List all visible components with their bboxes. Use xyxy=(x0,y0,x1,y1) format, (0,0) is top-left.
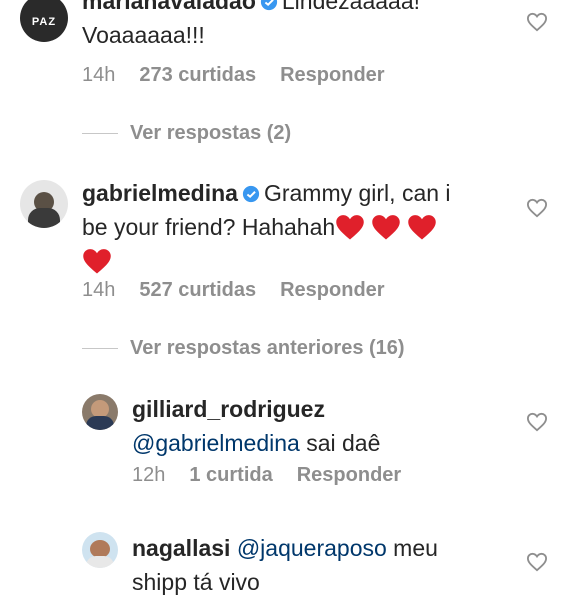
comment-likes[interactable]: 527 curtidas xyxy=(139,279,256,301)
avatar[interactable] xyxy=(82,394,118,430)
like-heart-icon[interactable] xyxy=(526,552,548,572)
reply-text: meu xyxy=(393,535,438,561)
reply-text-line2: shipp tá vivo xyxy=(132,569,260,595)
like-heart-icon[interactable] xyxy=(526,12,548,32)
comment-text-line2: be your friend? Hahahah xyxy=(82,214,336,240)
red-heart-emoji-icon xyxy=(408,215,436,240)
comment-text-line1: Lindezaaaaa! xyxy=(281,0,420,14)
reply-mention[interactable]: @jaqueraposo xyxy=(237,535,387,561)
reply-time: 12h xyxy=(132,464,166,486)
avatar[interactable]: PAZ xyxy=(20,0,68,42)
reply-body: nagallasi @jaqueraposo meu shipp tá vivo xyxy=(132,531,522,599)
comment-text-line2: Voaaaaaa!!! xyxy=(82,22,205,48)
comment-text-line1: Grammy girl, can i xyxy=(263,180,451,206)
reply-body: gilliard_rodriguez @gabrielmedina sai da… xyxy=(132,392,522,460)
comment-body: gabrielmedina Grammy girl, can i be your … xyxy=(82,176,522,278)
red-heart-emoji-icon xyxy=(83,249,111,274)
reply-button[interactable]: Responder xyxy=(280,279,384,301)
reply-mention[interactable]: @gabrielmedina xyxy=(132,430,300,456)
avatar-image-body xyxy=(86,556,114,568)
reply-username[interactable]: gilliard_rodriguez xyxy=(132,396,325,422)
comment-meta: 14h 527 curtidas Responder xyxy=(82,279,409,302)
comment-time: 14h xyxy=(82,64,116,86)
red-heart-emoji-icon xyxy=(372,215,400,240)
like-heart-icon[interactable] xyxy=(526,198,548,218)
view-replies-label: Ver respostas anteriores (16) xyxy=(130,337,405,359)
reply-username[interactable]: nagallasi xyxy=(132,535,230,561)
comment-body: marianavaladao Lindezaaaaa! Voaaaaaa!!! xyxy=(82,0,522,52)
avatar-image-body xyxy=(86,416,114,430)
avatar[interactable] xyxy=(20,180,68,228)
reply-likes[interactable]: 1 curtida xyxy=(189,464,272,486)
avatar-image-body xyxy=(28,208,60,228)
comment-username[interactable]: marianavaladao xyxy=(82,0,256,14)
verified-badge-icon xyxy=(260,0,277,11)
comment-time: 14h xyxy=(82,279,116,301)
comment-username[interactable]: gabrielmedina xyxy=(82,180,238,206)
reply-text: sai daê xyxy=(306,430,381,456)
avatar-image: PAZ xyxy=(31,16,57,28)
comment-likes[interactable]: 273 curtidas xyxy=(139,64,256,86)
avatar[interactable] xyxy=(82,532,118,568)
view-replies-label: Ver respostas (2) xyxy=(130,122,292,144)
reply-button[interactable]: Responder xyxy=(297,464,401,486)
like-heart-icon[interactable] xyxy=(526,412,548,432)
comment-meta: 14h 273 curtidas Responder xyxy=(82,64,409,87)
reply-meta: 12h 1 curtida Responder xyxy=(132,464,425,487)
reply-button[interactable]: Responder xyxy=(280,64,384,86)
view-replies-button[interactable]: Ver respostas anteriores (16) xyxy=(82,337,405,360)
divider-line xyxy=(82,348,118,350)
divider-line xyxy=(82,133,118,135)
red-heart-emoji-icon xyxy=(336,215,364,240)
view-replies-button[interactable]: Ver respostas (2) xyxy=(82,122,291,145)
verified-badge-icon xyxy=(242,185,260,203)
